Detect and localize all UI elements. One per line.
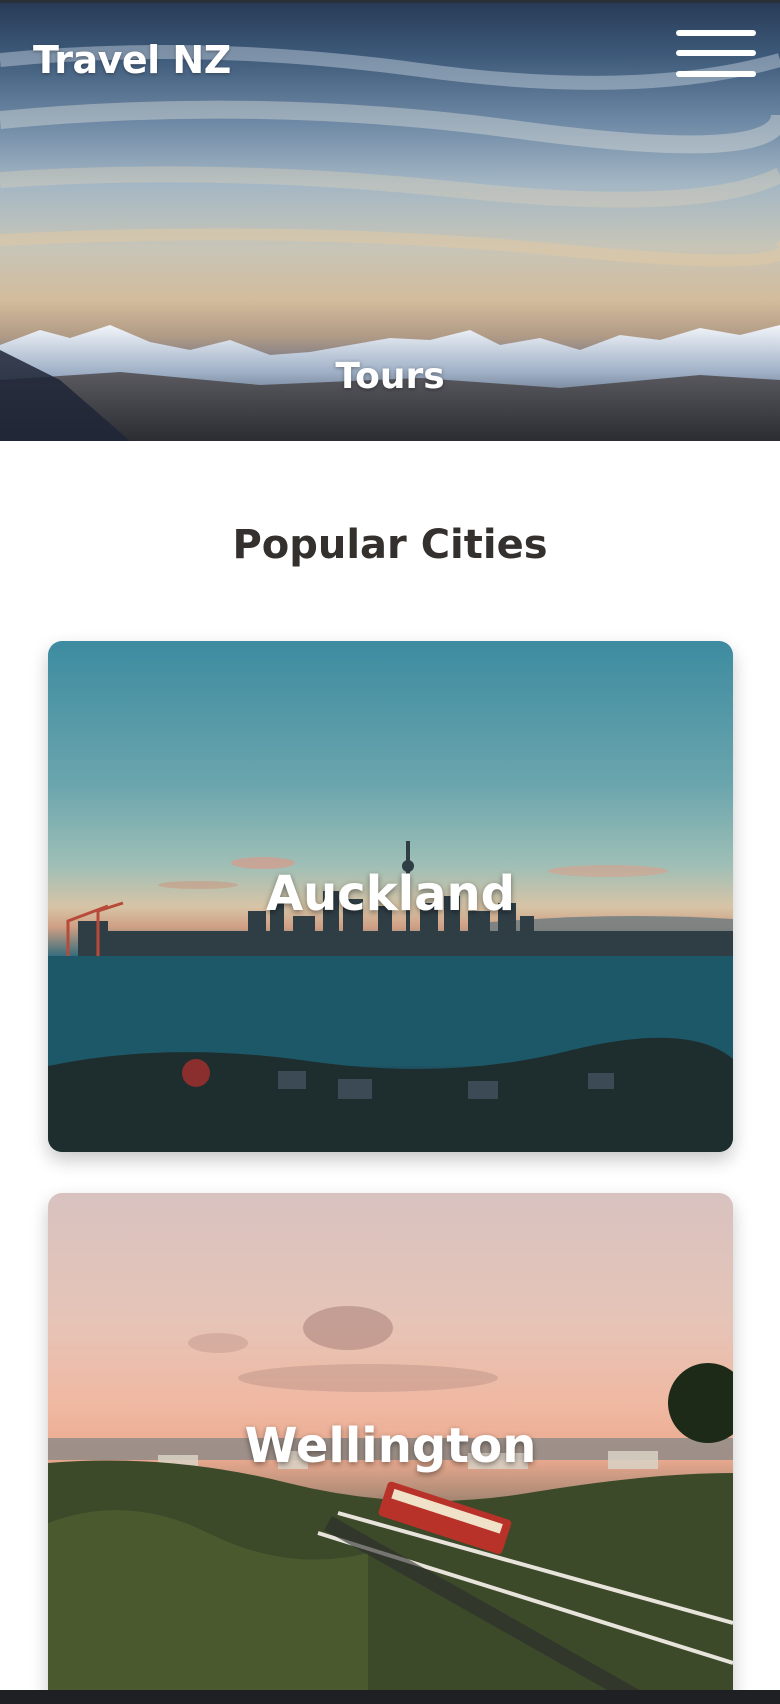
hamburger-menu-icon[interactable]	[676, 30, 756, 82]
menu-bar	[676, 30, 756, 36]
menu-bar	[676, 71, 756, 77]
city-card-auckland[interactable]: Auckland	[48, 641, 733, 1152]
menu-bar	[676, 50, 756, 56]
city-card-wellington[interactable]: Wellington	[48, 1193, 733, 1704]
top-edge	[0, 0, 780, 3]
city-name-wellington: Wellington	[244, 1418, 537, 1474]
section-title: Popular Cities	[232, 522, 548, 568]
brand-logo[interactable]: Travel NZ	[33, 38, 231, 82]
hero-banner: Travel NZ Tours	[0, 0, 780, 441]
city-name-auckland: Auckland	[265, 866, 516, 922]
bottom-system-bar	[0, 1690, 780, 1704]
hero-caption: Tours	[335, 356, 445, 397]
